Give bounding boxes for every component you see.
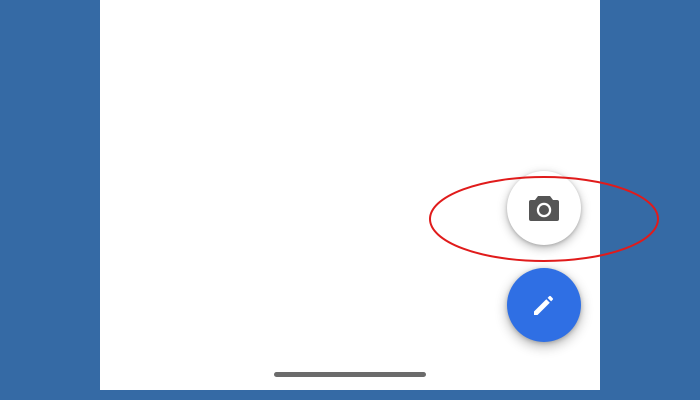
camera-icon (528, 194, 560, 222)
pencil-icon (530, 291, 558, 319)
page-background (0, 0, 700, 400)
compose-fab-button[interactable] (507, 268, 581, 342)
camera-fab-button[interactable] (507, 171, 581, 245)
home-indicator (274, 372, 426, 377)
phone-screen (100, 0, 600, 390)
